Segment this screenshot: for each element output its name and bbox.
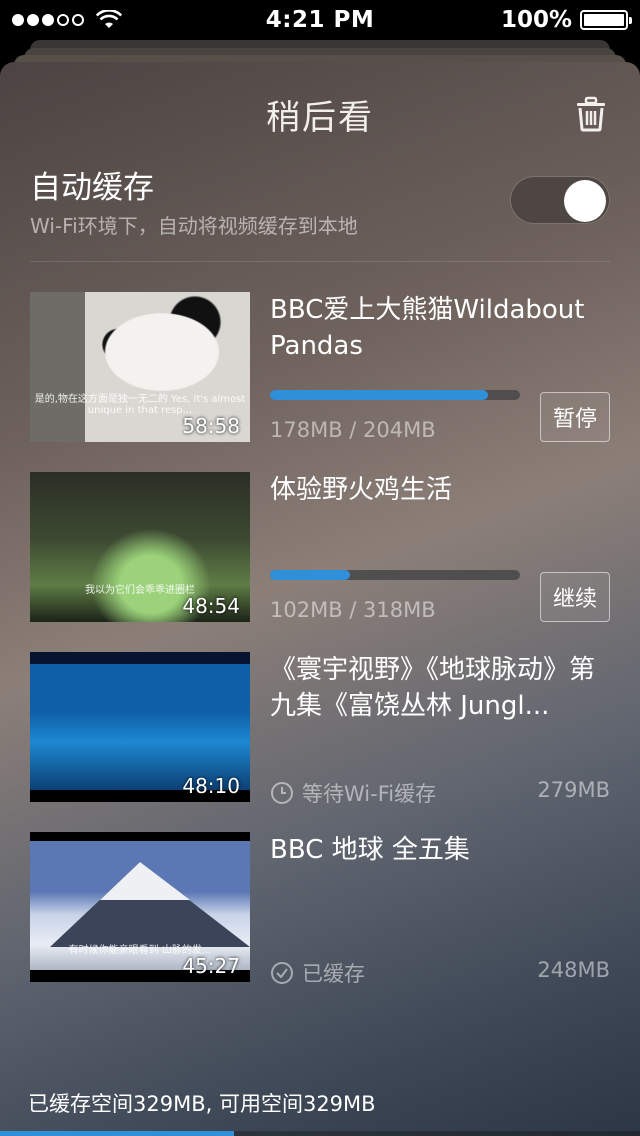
video-size: 279MB [537, 778, 610, 802]
video-duration: 45:27 [182, 954, 240, 978]
download-progress [270, 390, 520, 400]
thumbnail-subtitle: 是的,物在这方面是独一无二的 Yes, it's almost unique i… [34, 394, 246, 416]
signal-strength-icon [12, 14, 84, 26]
cache-status-text: 已缓存 [302, 962, 365, 986]
video-duration: 48:54 [182, 594, 240, 618]
video-title: 体验野火鸡生活 [270, 475, 453, 505]
watch-later-panel: 稍后看 自动缓存 Wi-Fi环境下，自动将视频缓存到本地 是的,物在这方面是独一… [0, 62, 640, 1136]
status-bar: 4:21 PM 100% [0, 0, 640, 40]
pause-button[interactable]: 暂停 [540, 392, 610, 442]
page-title: 稍后看 [266, 98, 374, 138]
video-duration: 58:58 [182, 414, 240, 438]
cache-status: 已缓存 [270, 958, 365, 988]
video-item[interactable]: 是的,物在这方面是独一无二的 Yes, it's almost unique i… [30, 292, 610, 472]
video-thumbnail[interactable]: 是的,物在这方面是独一无二的 Yes, it's almost unique i… [30, 292, 250, 442]
battery-icon [580, 10, 632, 30]
video-thumbnail[interactable]: 我以为它们会乖乖进圈栏 48:54 [30, 472, 250, 622]
auto-cache-toggle[interactable] [510, 176, 610, 224]
download-progress [270, 570, 520, 580]
video-item[interactable]: 有时候你能亲眼看到 山脉的发... 45:27 BBC 地球 全五集 已缓存 2… [30, 832, 610, 1012]
download-size: 178MB / 204MB [270, 418, 436, 442]
video-thumbnail[interactable]: 有时候你能亲眼看到 山脉的发... 45:27 [30, 832, 250, 982]
clock-icon [271, 782, 293, 804]
auto-cache-row: 自动缓存 Wi-Fi环境下，自动将视频缓存到本地 [30, 162, 610, 262]
auto-cache-title: 自动缓存 [30, 170, 154, 206]
video-info: 体验野火鸡生活 102MB / 318MB 继续 [270, 472, 610, 622]
video-duration: 48:10 [182, 774, 240, 798]
video-title: BBC 地球 全五集 [270, 835, 470, 865]
progress-fill [270, 570, 351, 580]
video-title: BBC爱上大熊猫Wildabout Pandas [270, 295, 585, 361]
video-thumbnail[interactable]: 48:10 [30, 652, 250, 802]
video-list: 是的,物在这方面是独一无二的 Yes, it's almost unique i… [30, 292, 610, 1012]
storage-info: 已缓存空间329MB, 可用空间329MB [28, 1092, 376, 1116]
video-info: BBC 地球 全五集 已缓存 248MB [270, 832, 610, 986]
cache-status: 等待Wi-Fi缓存 [270, 778, 436, 808]
video-info: 《寰宇视野》《地球脉动》第九集《富饶丛林 Jungl... 等待Wi-Fi缓存 … [270, 652, 610, 806]
video-info: BBC爱上大熊猫Wildabout Pandas 178MB / 204MB 暂… [270, 292, 610, 442]
storage-usage-bar [0, 1131, 640, 1136]
video-item[interactable]: 48:10 《寰宇视野》《地球脉动》第九集《富饶丛林 Jungl... 等待Wi… [30, 652, 610, 832]
cache-status-text: 等待Wi-Fi缓存 [302, 782, 437, 806]
status-time: 4:21 PM [265, 7, 375, 33]
download-size: 102MB / 318MB [270, 598, 436, 622]
check-circle-icon [271, 962, 293, 984]
panel-header: 稍后看 [0, 62, 640, 162]
battery-percent: 100% [500, 7, 572, 33]
video-title: 《寰宇视野》《地球脉动》第九集《富饶丛林 Jungl... [270, 655, 596, 721]
storage-usage-fill [0, 1131, 234, 1136]
auto-cache-subtitle: Wi-Fi环境下，自动将视频缓存到本地 [30, 214, 358, 238]
toggle-knob [564, 180, 606, 222]
video-size: 248MB [537, 958, 610, 982]
status-right: 100% [428, 7, 632, 33]
wifi-icon [96, 10, 122, 28]
resume-button[interactable]: 继续 [540, 572, 610, 622]
status-left [12, 10, 212, 30]
progress-fill [270, 390, 489, 400]
trash-icon[interactable] [574, 96, 608, 132]
video-item[interactable]: 我以为它们会乖乖进圈栏 48:54 体验野火鸡生活 102MB / 318MB … [30, 472, 610, 652]
